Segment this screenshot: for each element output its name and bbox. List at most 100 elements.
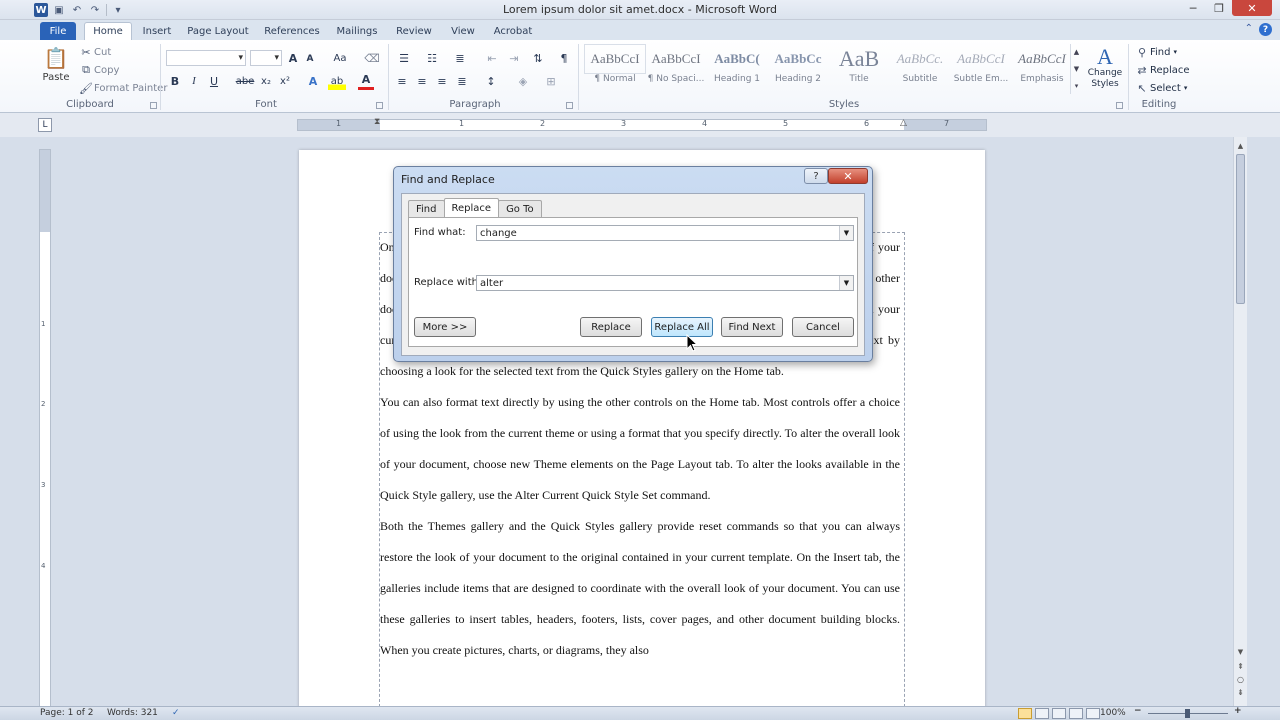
justify-icon[interactable]: ≣	[454, 72, 470, 90]
tab-home[interactable]: Home	[84, 22, 132, 40]
styles-gallery-scroll[interactable]: ▲ ▼ ▾	[1070, 44, 1082, 94]
copy-button[interactable]: ⧉ Copy	[78, 62, 119, 78]
browse-object-icon[interactable]: ○	[1235, 674, 1246, 685]
find-next-button[interactable]: Find Next	[721, 317, 783, 337]
scrollbar-thumb[interactable]	[1236, 154, 1245, 304]
word-count[interactable]: Words: 321	[107, 708, 158, 718]
style-title[interactable]: AaB Title	[828, 44, 890, 94]
more-button[interactable]: More >>	[414, 317, 476, 337]
multilevel-list-icon[interactable]: ≣	[450, 49, 470, 67]
more-styles-icon[interactable]: ▾	[1075, 82, 1079, 90]
italic-button[interactable]: I	[187, 72, 201, 90]
change-styles-button[interactable]: A Change Styles	[1086, 44, 1124, 90]
bullets-icon[interactable]: ☰	[394, 49, 414, 67]
clear-formatting-icon[interactable]: ⌫	[364, 49, 380, 67]
horizontal-ruler[interactable]: 1 1 2 3 4 5 6 7 ⧗ △	[297, 117, 987, 131]
tab-view[interactable]: View	[448, 22, 478, 40]
scroll-up-icon[interactable]: ▲	[1234, 139, 1247, 152]
draft-view-icon[interactable]	[1086, 708, 1100, 719]
full-screen-view-icon[interactable]	[1035, 708, 1049, 719]
proofing-icon[interactable]: ✓	[172, 708, 180, 718]
tab-acrobat[interactable]: Acrobat	[490, 22, 536, 40]
help-icon[interactable]: ?	[1259, 23, 1272, 36]
subscript-button[interactable]: x₂	[258, 72, 274, 90]
tab-selector[interactable]: L	[38, 118, 52, 132]
zoom-out-icon[interactable]: −	[1134, 706, 1142, 716]
align-left-icon[interactable]: ≡	[394, 72, 410, 90]
close-window-button[interactable]: ✕	[1232, 0, 1272, 16]
tab-page-layout[interactable]: Page Layout	[186, 22, 250, 40]
clipboard-launcher-icon[interactable]	[150, 102, 157, 109]
cancel-button[interactable]: Cancel	[792, 317, 854, 337]
style-heading-1[interactable]: AaBbC(Heading 1	[706, 44, 768, 94]
chevron-down-icon[interactable]: ▼	[839, 226, 853, 240]
tab-file[interactable]: File	[40, 22, 76, 40]
zoom-level[interactable]: 100%	[1100, 708, 1126, 718]
restore-button[interactable]: ❐	[1206, 0, 1232, 16]
page-count[interactable]: Page: 1 of 2	[40, 708, 94, 718]
align-center-icon[interactable]: ≡	[414, 72, 430, 90]
superscript-button[interactable]: x²	[277, 72, 293, 90]
find-button[interactable]: ⚲ Find ▾	[1134, 44, 1177, 60]
show-marks-icon[interactable]: ¶	[556, 49, 572, 67]
style-subtle-emphasis[interactable]: AaBbCcI Subtle Em...	[950, 44, 1012, 94]
style-subtitle[interactable]: AaBbCc. Subtitle	[889, 44, 951, 94]
numbering-icon[interactable]: ☷	[422, 49, 442, 67]
scroll-down-icon[interactable]: ▼	[1074, 65, 1079, 73]
tab-go-to[interactable]: Go To	[498, 200, 542, 218]
style-no-spacing[interactable]: AaBbCcI ¶ No Spaci...	[645, 44, 707, 94]
next-page-icon[interactable]: ⇟	[1235, 687, 1246, 698]
outline-view-icon[interactable]	[1069, 708, 1083, 719]
scroll-down-icon[interactable]: ▼	[1234, 645, 1247, 658]
text-effects-icon[interactable]: A	[304, 72, 322, 90]
change-case-button[interactable]: Aa	[330, 49, 350, 67]
align-right-icon[interactable]: ≡	[434, 72, 450, 90]
font-color-icon[interactable]: A	[358, 72, 374, 90]
style-normal[interactable]: AaBbCcI ¶ Normal	[584, 44, 646, 94]
font-size-box[interactable]: ▾	[250, 50, 282, 66]
previous-page-icon[interactable]: ⇞	[1235, 661, 1246, 672]
style-emphasis[interactable]: AaBbCcI Emphasis	[1011, 44, 1073, 94]
tab-references[interactable]: References	[262, 22, 322, 40]
tab-mailings[interactable]: Mailings	[334, 22, 380, 40]
zoom-in-icon[interactable]: +	[1234, 706, 1242, 716]
paragraph-launcher-icon[interactable]	[566, 102, 573, 109]
format-painter-button[interactable]: 🖌 Format Painter	[78, 80, 167, 96]
paragraph[interactable]: You can also format text directly by usi…	[380, 387, 900, 511]
underline-button[interactable]: U	[207, 72, 221, 90]
minimize-ribbon-icon[interactable]: ⌃	[1245, 23, 1253, 36]
bold-button[interactable]: B	[168, 72, 182, 90]
shrink-font-button[interactable]: A	[304, 50, 316, 68]
chevron-down-icon[interactable]: ▼	[839, 276, 853, 290]
scroll-up-icon[interactable]: ▲	[1074, 48, 1079, 56]
font-launcher-icon[interactable]	[376, 102, 383, 109]
print-layout-view-icon[interactable]	[1018, 708, 1032, 719]
style-heading-2[interactable]: AaBbCc Heading 2	[767, 44, 829, 94]
right-indent-marker-icon[interactable]: △	[900, 118, 907, 128]
select-button[interactable]: ↖ Select ▾	[1134, 80, 1187, 96]
dialog-close-button[interactable]: ✕	[828, 168, 868, 184]
dialog-help-button[interactable]: ?	[804, 168, 828, 184]
increase-indent-icon[interactable]: ⇥	[506, 49, 522, 67]
sort-icon[interactable]: ⇅	[530, 49, 546, 67]
strikethrough-button[interactable]: abe	[236, 72, 255, 90]
styles-launcher-icon[interactable]	[1116, 102, 1123, 109]
font-name-box[interactable]: ▾	[166, 50, 246, 66]
highlight-icon[interactable]: ab	[328, 72, 346, 90]
zoom-slider-knob[interactable]	[1185, 709, 1190, 718]
replace-button[interactable]: Replace	[580, 317, 642, 337]
indent-marker-icon[interactable]: ⧗	[374, 117, 380, 127]
replace-all-button[interactable]: Replace All	[651, 317, 713, 337]
vertical-scrollbar[interactable]: ▲ ▼ ⇞ ○ ⇟	[1233, 137, 1247, 706]
decrease-indent-icon[interactable]: ⇤	[484, 49, 500, 67]
shading-icon[interactable]: ◈	[514, 72, 532, 90]
paragraph[interactable]: Both the Themes gallery and the Quick St…	[380, 511, 900, 666]
web-layout-view-icon[interactable]	[1052, 708, 1066, 719]
tab-insert[interactable]: Insert	[138, 22, 176, 40]
grow-font-button[interactable]: A	[286, 49, 300, 67]
tab-replace[interactable]: Replace	[443, 198, 500, 218]
replace-ribbon-button[interactable]: ⇄ Replace	[1134, 62, 1189, 78]
line-spacing-icon[interactable]: ↕	[482, 72, 500, 90]
replace-with-input[interactable]: alter ▼	[476, 275, 854, 291]
tab-find[interactable]: Find	[408, 200, 445, 218]
